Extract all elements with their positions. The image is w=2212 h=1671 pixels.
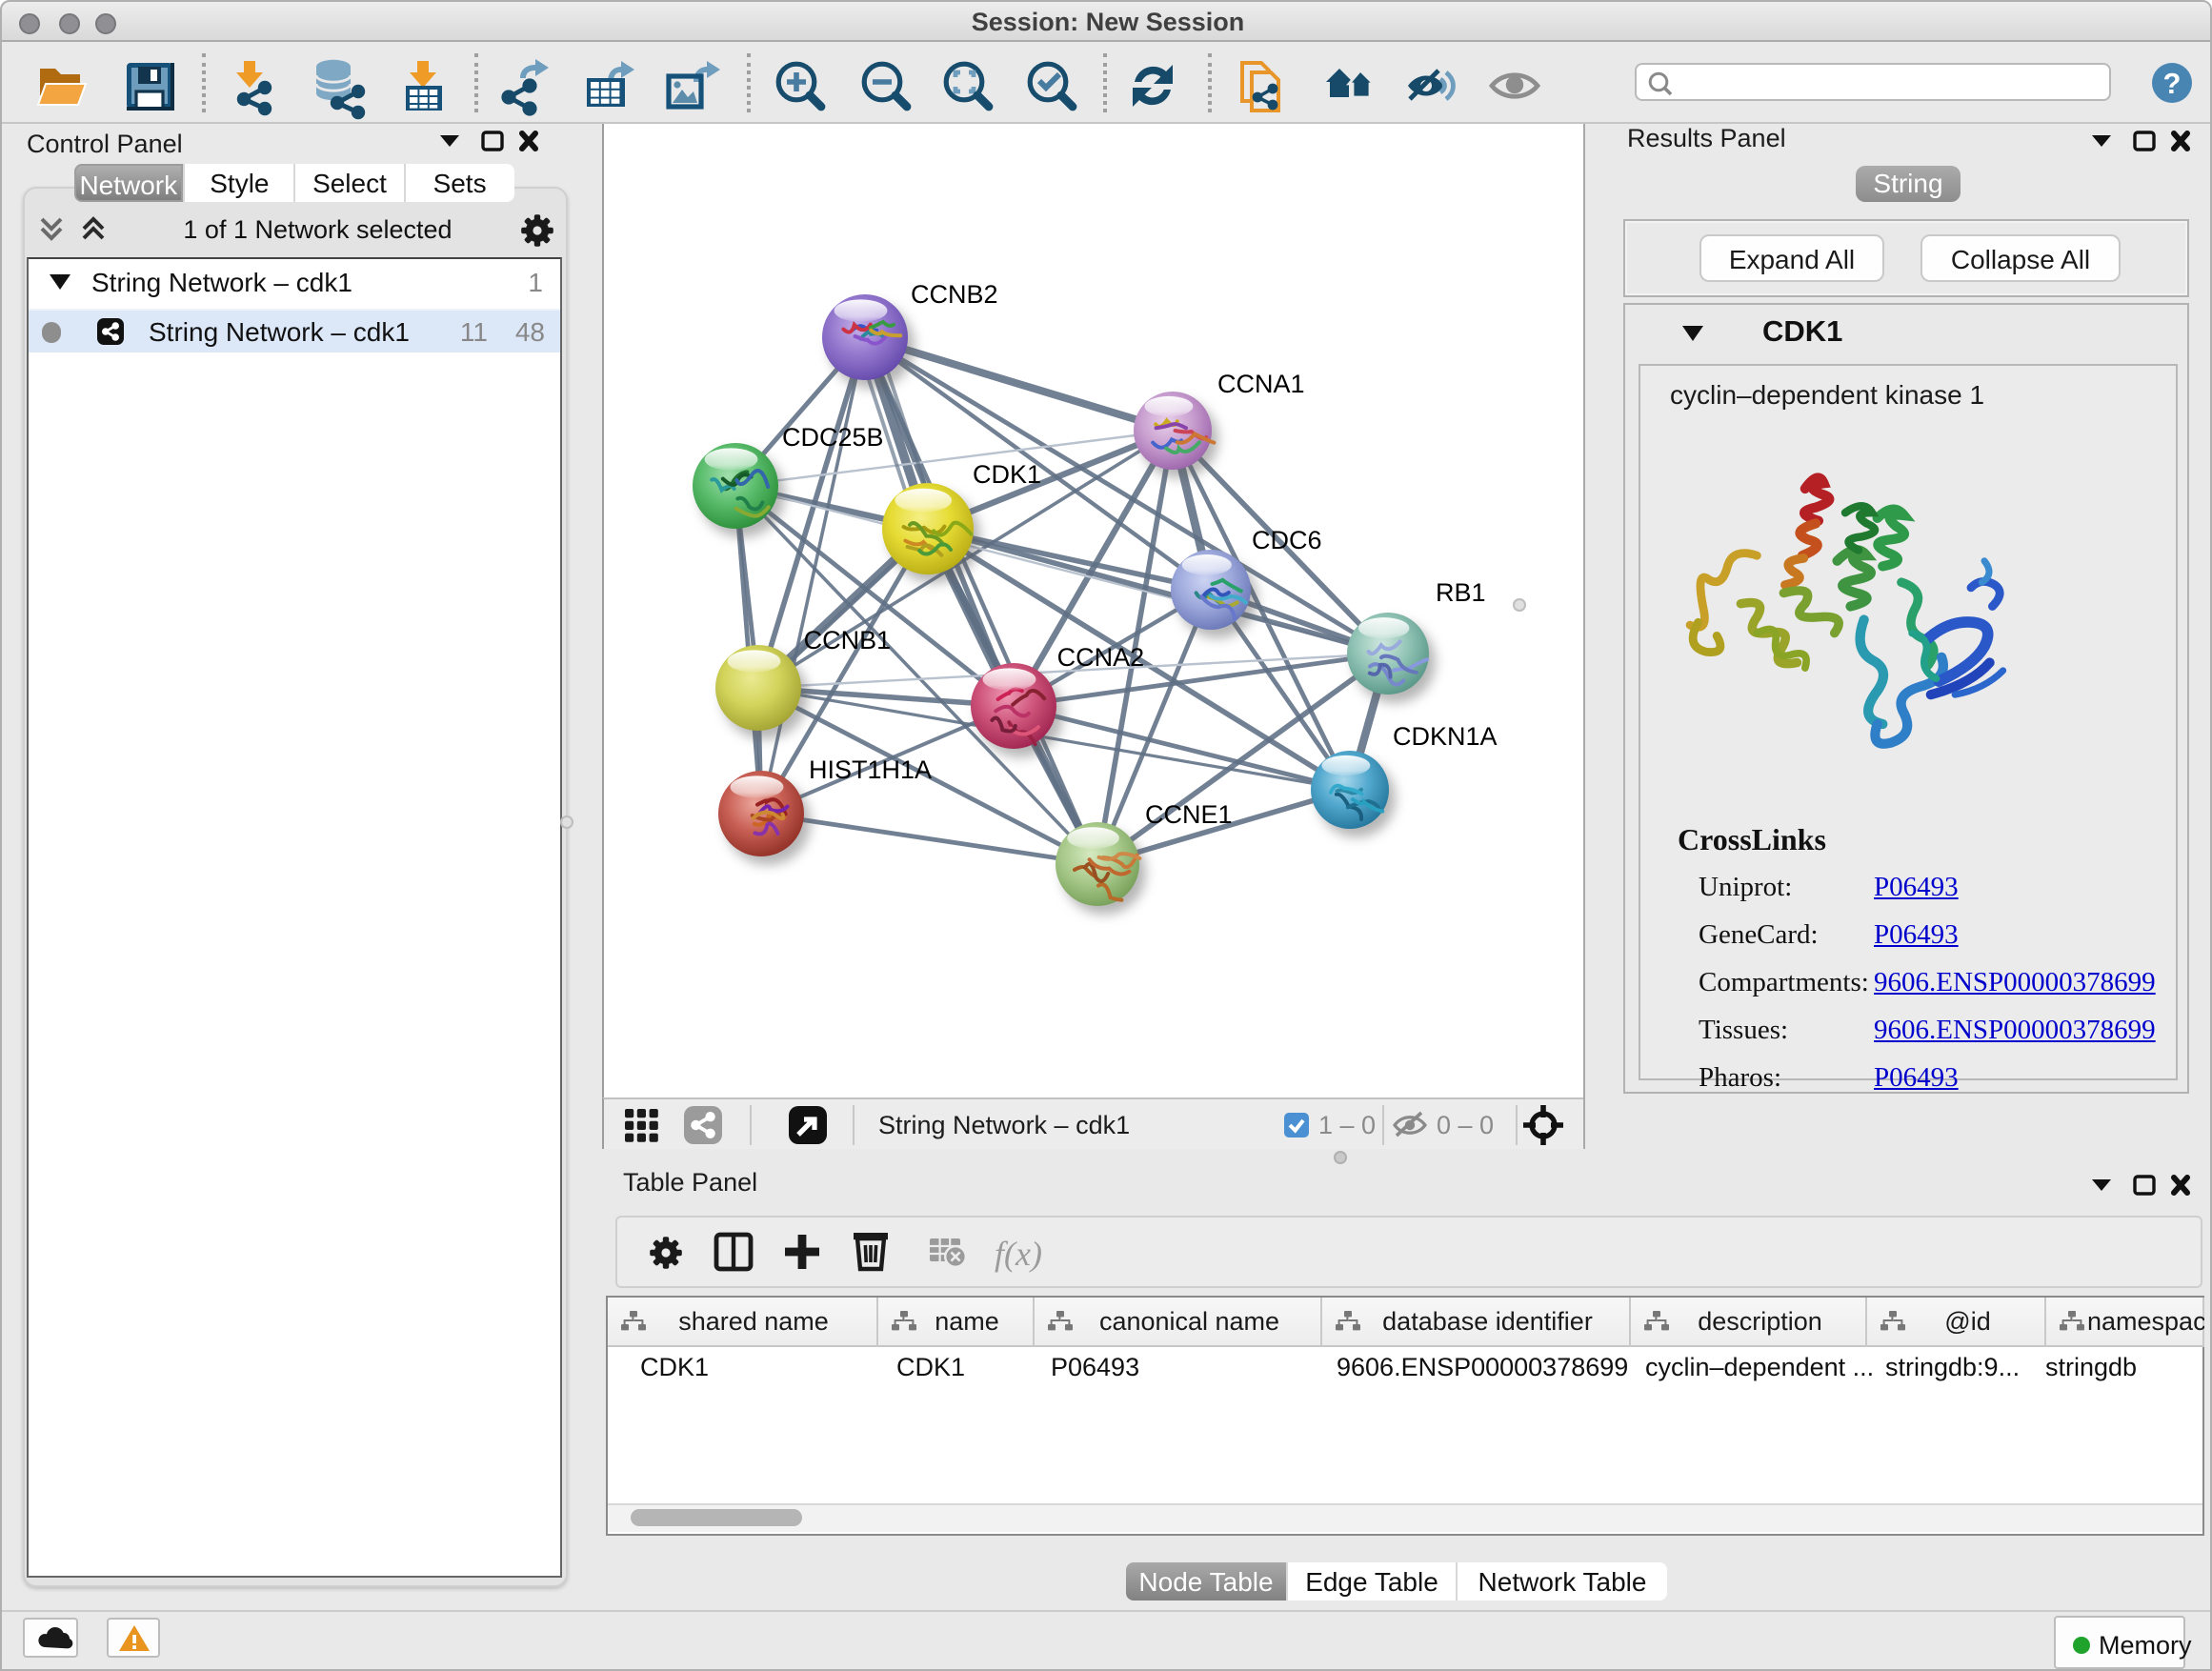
svg-text:CDC6: CDC6	[1251, 526, 1321, 554]
svg-text:CDC25B: CDC25B	[781, 423, 883, 452]
svg-text:0 – 0: 0 – 0	[1437, 1110, 1494, 1138]
svg-text:f(x): f(x)	[994, 1235, 1041, 1273]
svg-text:1 – 0: 1 – 0	[1318, 1110, 1376, 1138]
svg-text:CCNB1: CCNB1	[803, 626, 891, 654]
svg-text:CCNB2: CCNB2	[910, 280, 997, 309]
svg-text:?: ?	[2163, 67, 2182, 100]
svg-text:CDK1: CDK1	[972, 460, 1040, 489]
svg-text:CCNA2: CCNA2	[1056, 643, 1144, 672]
svg-text:RB1: RB1	[1435, 578, 1485, 607]
svg-text:String Network – cdk1: String Network – cdk1	[878, 1110, 1130, 1138]
svg-text:HIST1H1A: HIST1H1A	[808, 755, 931, 784]
svg-text:CDKN1A: CDKN1A	[1392, 722, 1497, 751]
svg-text:CCNE1: CCNE1	[1144, 800, 1232, 829]
svg-text:CCNA1: CCNA1	[1217, 370, 1304, 398]
